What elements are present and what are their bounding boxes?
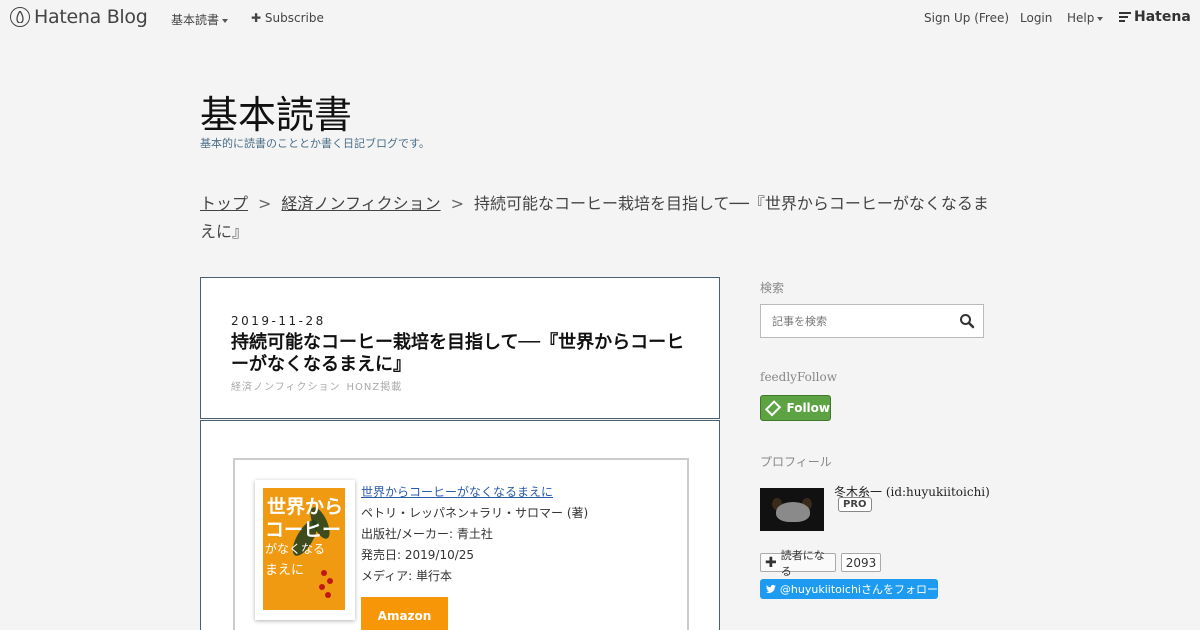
help-label: Help bbox=[1067, 11, 1095, 25]
subscribe-label: Subscribe bbox=[264, 11, 324, 25]
search-box bbox=[760, 304, 984, 338]
category-link[interactable]: HONZ掲載 bbox=[347, 382, 403, 393]
cover-title-line: コーヒー bbox=[265, 519, 342, 541]
blog-description: 基本的に読書のこととか書く日記ブログです。 bbox=[200, 137, 430, 150]
help-dropdown[interactable]: Help bbox=[1067, 11, 1104, 25]
book-card: 世界から コーヒー がなくなる まえに 世界からコーヒーがなくなるまえに ペトリ… bbox=[233, 458, 689, 630]
book-info: 世界からコーヒーがなくなるまえに ペトリ・レッパネン+ラリ・サロマー (著) 出… bbox=[361, 482, 588, 587]
plus-icon: ✚ bbox=[765, 554, 777, 571]
book-title-link[interactable]: 世界からコーヒーがなくなるまえに bbox=[361, 485, 553, 499]
book-release-date: 発売日: 2019/10/25 bbox=[361, 548, 475, 562]
logo-text: Hatena Blog bbox=[34, 6, 148, 28]
search-heading: 検索 bbox=[760, 281, 785, 295]
profile-heading: プロフィール bbox=[760, 455, 832, 469]
twitter-follow-button[interactable]: @huyukiitoichiさんをフォロー bbox=[760, 579, 938, 599]
book-media: メディア: 単行本 bbox=[361, 569, 453, 583]
global-header: Hatena Blog 基本読書 ✚ Subscribe Sign Up (Fr… bbox=[0, 0, 1200, 36]
book-cover-art: 世界から コーヒー がなくなる まえに bbox=[263, 488, 345, 610]
book-author: ペトリ・レッパネン+ラリ・サロマー (著) bbox=[361, 506, 589, 520]
entry-header: 2019-11-28 持続可能なコーヒー栽培を目指して──『世界からコーヒーがな… bbox=[200, 277, 720, 419]
subscribe-button[interactable]: ✚ Subscribe bbox=[251, 11, 324, 25]
hatena-mark-icon bbox=[1119, 10, 1131, 24]
feedly-follow-label: Follow bbox=[786, 401, 830, 415]
avatar-dog-shape bbox=[776, 502, 810, 522]
breadcrumb: トップ > 経済ノンフィクション > 持続可能なコーヒー栽培を目指して──『世界からコー… bbox=[200, 190, 1000, 246]
cover-berry-shape bbox=[319, 584, 325, 590]
cover-title-line: がなくなる bbox=[265, 542, 326, 556]
subscribe-reader-button[interactable]: ✚ 読者になる bbox=[760, 549, 836, 578]
entry-body: 世界から コーヒー がなくなる まえに 世界からコーヒーがなくなるまえに ペトリ… bbox=[200, 420, 720, 630]
blog-title[interactable]: 基本読書 bbox=[200, 84, 352, 139]
book-publisher: 出版社/メーカー: 青土社 bbox=[361, 527, 493, 541]
breadcrumb-separator: > bbox=[258, 194, 272, 213]
feedly-icon bbox=[764, 399, 782, 417]
hatena-logo-icon bbox=[10, 7, 30, 27]
search-icon[interactable] bbox=[959, 313, 975, 329]
pro-badge[interactable]: PRO bbox=[838, 497, 872, 512]
caret-down-icon bbox=[222, 18, 229, 23]
hatena-link[interactable]: Hatena bbox=[1119, 9, 1191, 25]
cover-berry-shape bbox=[327, 578, 333, 584]
login-link[interactable]: Login bbox=[1020, 11, 1052, 25]
profile-avatar[interactable] bbox=[760, 488, 824, 531]
blog-menu-label: 基本読書 bbox=[171, 13, 220, 27]
signup-link[interactable]: Sign Up (Free) bbox=[924, 11, 1009, 25]
hatena-label: Hatena bbox=[1134, 9, 1191, 25]
feedly-heading: feedlyFollow bbox=[760, 370, 838, 384]
reader-count: 2093 bbox=[841, 553, 881, 572]
book-cover-image[interactable]: 世界から コーヒー がなくなる まえに bbox=[255, 480, 355, 620]
entry-title[interactable]: 持続可能なコーヒー栽培を目指して──『世界からコーヒーがなくなるまえに』 bbox=[231, 332, 701, 376]
entry-categories: 経済ノンフィクション HONZ掲載 bbox=[231, 378, 408, 393]
plus-icon: ✚ bbox=[251, 11, 262, 25]
breadcrumb-category-link[interactable]: 経済ノンフィクション bbox=[281, 194, 440, 213]
reader-label: 読者になる bbox=[780, 548, 825, 578]
search-input[interactable] bbox=[761, 305, 951, 337]
hatena-blog-logo[interactable]: Hatena Blog bbox=[10, 6, 148, 28]
cover-berry-shape bbox=[325, 592, 331, 598]
breadcrumb-top-link[interactable]: トップ bbox=[200, 194, 248, 213]
caret-down-icon bbox=[1097, 16, 1104, 21]
twitter-bird-icon bbox=[766, 584, 776, 593]
entry-date[interactable]: 2019-11-28 bbox=[231, 314, 326, 328]
breadcrumb-separator: > bbox=[450, 194, 465, 213]
cover-title-line: まえに bbox=[265, 563, 305, 578]
blog-menu-dropdown[interactable]: 基本読書 bbox=[171, 11, 229, 28]
cover-berry-shape bbox=[321, 570, 327, 576]
amazon-button[interactable]: Amazon bbox=[361, 597, 448, 630]
twitter-follow-label: @huyukiitoichiさんをフォロー bbox=[779, 583, 938, 596]
category-link[interactable]: 経済ノンフィクション bbox=[231, 382, 341, 393]
feedly-follow-button[interactable]: Follow bbox=[760, 395, 831, 421]
